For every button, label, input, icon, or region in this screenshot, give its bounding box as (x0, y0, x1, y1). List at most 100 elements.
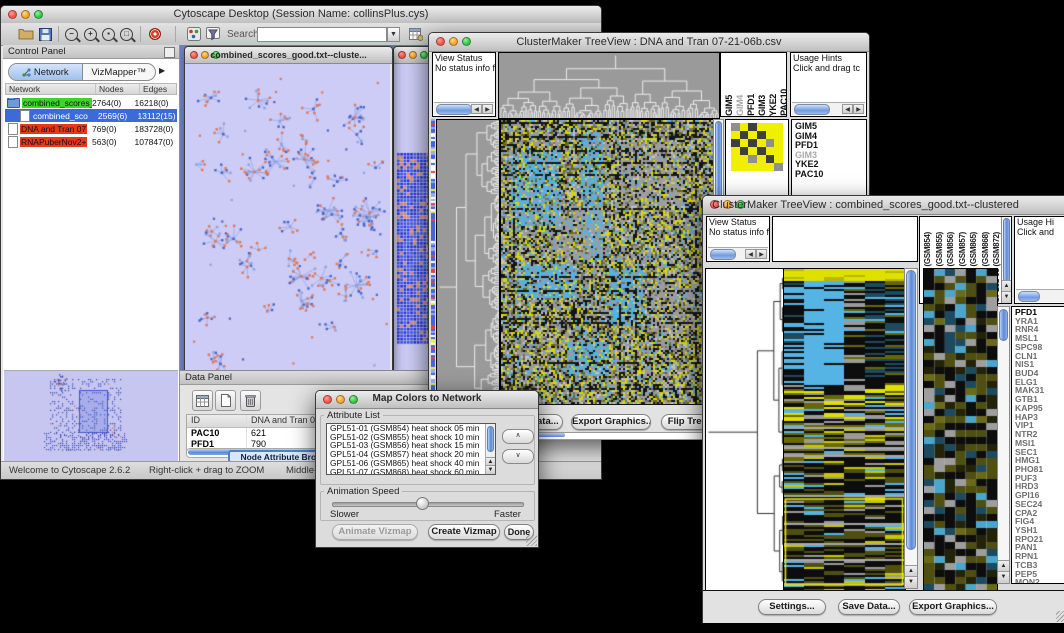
scroll-right-icon[interactable]: ▶ (756, 249, 767, 259)
zoom-cell[interactable] (766, 163, 775, 171)
tab-vizmapper[interactable]: VizMapper™ (83, 64, 156, 80)
network-table-row[interactable]: DNA and Tran 07769(0)183728(0) (5, 122, 177, 135)
zoom-cell[interactable] (757, 155, 766, 163)
zoom-cell[interactable] (748, 131, 757, 139)
column-label[interactable]: GIM5 (724, 95, 735, 116)
zoom-cell[interactable] (748, 163, 757, 171)
tv2-status-scrollbar[interactable]: ◀ ▶ (708, 247, 768, 260)
network2-titlebar[interactable] (394, 47, 431, 64)
column-label[interactable]: GIM4 (735, 95, 746, 116)
zoom-cell[interactable] (757, 139, 766, 147)
scroll-left-icon[interactable]: ◀ (471, 104, 482, 114)
tv2-global-heatmap[interactable] (783, 268, 906, 591)
zoom-cell[interactable] (766, 139, 775, 147)
move-up-button[interactable]: ∧ (502, 429, 534, 444)
tv2-collabel-scrollbar[interactable]: ▲ ▼ (1001, 217, 1011, 303)
zoom-cell[interactable] (766, 131, 775, 139)
network-view-canvas[interactable] (185, 64, 390, 372)
animate-vizmap-button[interactable]: Animate Vizmap (332, 524, 418, 540)
tv1-status-scrollbar[interactable]: ◀ ▶ (434, 102, 494, 115)
treeview1-titlebar[interactable]: ClusterMaker TreeView : DNA and Tran 07-… (429, 33, 869, 52)
network-table-row[interactable]: RNAPuberNov2+563(0)107847(0) (5, 135, 177, 148)
zoom-cell[interactable] (774, 147, 783, 155)
resize-grip[interactable] (526, 535, 537, 546)
filter-icon[interactable] (204, 26, 221, 42)
scroll-right-icon[interactable]: ▶ (853, 104, 864, 114)
attribute-list[interactable]: ▲ ▼ GPL51-01 (GSM854) heat shock 05 minG… (326, 423, 496, 475)
tv2-export-graphics-button[interactable]: Export Graphics... (909, 599, 997, 615)
zoom-cell[interactable] (774, 155, 783, 163)
attribute-item[interactable]: GPL51-07 (GSM868) heat shock 60 min (327, 468, 495, 475)
zoom-cell[interactable] (740, 147, 749, 155)
column-label[interactable]: GIM3 (757, 95, 768, 116)
scroll-left-icon[interactable]: ◀ (745, 249, 756, 259)
zoom-fit-icon[interactable]: □ (118, 26, 135, 42)
zoom-cell[interactable] (757, 123, 766, 131)
tv1-zoom-matrix[interactable] (731, 123, 783, 171)
search-input[interactable] (257, 27, 387, 42)
zoom-cell[interactable] (731, 147, 740, 155)
resize-grip[interactable] (1056, 611, 1064, 622)
tv2-zoom-heatmap[interactable] (923, 268, 998, 591)
row-label[interactable]: PAC10 (792, 170, 866, 180)
main-titlebar[interactable]: Cytoscape Desktop (Session Name: collins… (1, 6, 601, 24)
vizmapper-icon[interactable] (185, 26, 202, 42)
tab-network[interactable]: Network (9, 64, 83, 80)
tv2-settings-button[interactable]: Settings... (758, 599, 826, 615)
attribute-list-scrollbar[interactable]: ▲ ▼ (485, 424, 495, 474)
scroll-down-icon[interactable]: ▼ (998, 571, 1009, 583)
zoom-cell[interactable] (731, 139, 740, 147)
zoom-cell[interactable] (748, 147, 757, 155)
scroll-down-icon[interactable]: ▼ (486, 465, 495, 474)
zoom-cell[interactable] (731, 131, 740, 139)
zoom-cell[interactable] (774, 131, 783, 139)
create-vizmap-button[interactable]: Create Vizmap (428, 524, 500, 540)
zoom-cell[interactable] (766, 123, 775, 131)
network-titlebar[interactable]: combined_scores_good.txt--cluste... (185, 47, 392, 64)
scroll-down-icon[interactable]: ▼ (905, 576, 917, 588)
zoom-in-icon[interactable]: + (82, 26, 99, 42)
open-file-icon[interactable] (17, 26, 34, 42)
zoom-cell[interactable] (740, 155, 749, 163)
zoom-cell[interactable] (774, 163, 783, 171)
slider-thumb[interactable] (416, 497, 429, 510)
zoom-cell[interactable] (766, 147, 775, 155)
zoom-button[interactable] (420, 51, 428, 59)
column-label[interactable]: YKE2 (768, 94, 779, 116)
scroll-right-icon[interactable]: ▶ (482, 104, 493, 114)
zoom-cell[interactable] (748, 139, 757, 147)
tv1-export-graphics-button[interactable]: Export Graphics... (571, 414, 651, 430)
zoom-cell[interactable] (740, 163, 749, 171)
minimize-button[interactable] (409, 51, 417, 59)
zoom-cell[interactable] (757, 163, 766, 171)
close-button[interactable] (398, 51, 406, 59)
scroll-left-icon[interactable]: ◀ (842, 104, 853, 114)
tv2-row-dendrogram[interactable] (705, 268, 785, 591)
network2-view-canvas[interactable] (394, 64, 429, 372)
zoom-cell[interactable] (740, 131, 749, 139)
zoom-cell[interactable] (748, 123, 757, 131)
zoom-cell[interactable] (731, 123, 740, 131)
zoom-cell[interactable] (774, 139, 783, 147)
tv2-save-data-button[interactable]: Save Data... (838, 599, 900, 615)
zoom-out-icon[interactable]: − (63, 26, 80, 42)
zoom-cell[interactable] (774, 123, 783, 131)
tv2-genelist-scrollbar[interactable]: ▲ ▼ (997, 306, 1010, 584)
tv2-column-dendrogram-panel[interactable] (772, 216, 918, 262)
zoom-cell[interactable] (731, 155, 740, 163)
tab-overflow-arrow[interactable]: ▶ (159, 66, 165, 75)
help-lifering-icon[interactable] (146, 26, 163, 42)
move-down-button[interactable]: ∨ (502, 449, 534, 464)
search-dropdown-arrow[interactable]: ▼ (387, 27, 400, 42)
tv1-usage-scrollbar[interactable]: ◀ ▶ (792, 102, 865, 115)
tv2-usage-scrollbar[interactable] (1016, 289, 1064, 302)
zoom-cell[interactable] (757, 147, 766, 155)
tv1-column-dendrogram[interactable] (498, 52, 720, 119)
control-panel-header[interactable]: Control Panel (3, 45, 179, 59)
zoom-cell[interactable] (757, 131, 766, 139)
zoom-cell[interactable] (740, 123, 749, 131)
network-table-header[interactable]: Network Nodes Edges (5, 83, 177, 95)
tv1-row-dendrogram[interactable] (436, 119, 500, 405)
gene-label[interactable]: MON2 (1012, 578, 1064, 584)
network-table-row[interactable]: combined_sco2569(6)13112(15) (5, 109, 177, 122)
